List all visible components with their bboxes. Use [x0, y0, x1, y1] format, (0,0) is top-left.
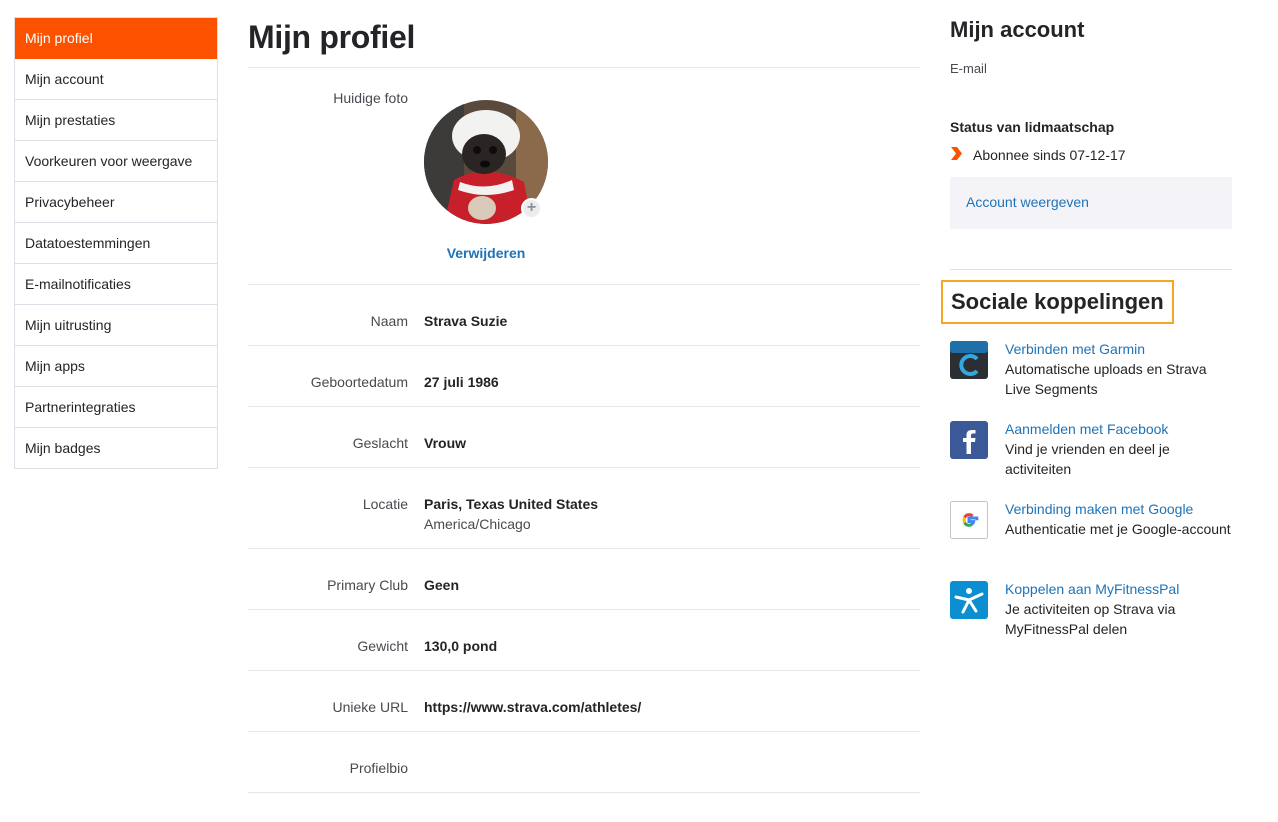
connect-garmin-link[interactable]: Verbinden met Garmin: [1005, 339, 1145, 359]
field-value[interactable]: Geen: [424, 577, 459, 593]
field-label: Gewicht: [357, 638, 408, 654]
connection-description: Je activiteiten op Strava via MyFitnessP…: [1005, 601, 1176, 637]
sidebar-item-mijn-prestaties[interactable]: Mijn prestaties: [15, 100, 217, 141]
garmin-icon[interactable]: [950, 341, 988, 379]
connect-myfitnesspal-link[interactable]: Koppelen aan MyFitnessPal: [1005, 579, 1179, 599]
divider: [248, 792, 920, 793]
google-icon[interactable]: [950, 501, 988, 539]
field-label: Geboortedatum: [310, 374, 408, 390]
field-label: Locatie: [362, 496, 408, 512]
social-connections-title: Sociale koppelingen: [941, 280, 1174, 324]
field-row-naam: Naam Strava Suzie: [248, 284, 920, 345]
connection-description: Vind je vrienden en deel je activiteiten: [1005, 441, 1170, 477]
connection-description: Authenticatie met je Google-account: [1005, 521, 1231, 537]
sidebar-item-voorkeuren-weergave[interactable]: Voorkeuren voor weergave: [15, 141, 217, 182]
myfitnesspal-icon[interactable]: [950, 581, 988, 619]
field-row-geboortedatum: Geboortedatum 27 juli 1986: [248, 345, 920, 406]
membership-status: Abonnee sinds 07-12-17: [950, 147, 1126, 163]
connection-garmin: Verbinden met Garmin Automatische upload…: [950, 339, 1232, 401]
photo-label: Huidige foto: [333, 90, 408, 106]
email-label: E-mail: [950, 61, 987, 76]
membership-status-title: Status van lidmaatschap: [950, 119, 1115, 135]
sidebar-item-mijn-badges[interactable]: Mijn badges: [15, 428, 217, 469]
field-label: Profielbio: [349, 760, 408, 776]
connect-google-link[interactable]: Verbinding maken met Google: [1005, 499, 1193, 519]
sidebar-item-partnerintegraties[interactable]: Partnerintegraties: [15, 387, 217, 428]
sidebar-item-mijn-uitrusting[interactable]: Mijn uitrusting: [15, 305, 217, 346]
field-value[interactable]: Vrouw: [424, 435, 466, 451]
field-value[interactable]: Paris, Texas United States: [424, 496, 598, 512]
membership-status-text: Abonnee sinds 07-12-17: [973, 147, 1126, 163]
field-label: Primary Club: [327, 577, 408, 593]
remove-photo-link[interactable]: Verwijderen: [424, 245, 548, 261]
field-label: Unieke URL: [332, 699, 408, 715]
connection-description: Automatische uploads en Strava Live Segm…: [1005, 361, 1207, 397]
field-row-locatie: Locatie Paris, Texas United States Ameri…: [248, 467, 920, 548]
chevron-right-icon: [950, 147, 964, 163]
sidebar-item-mijn-apps[interactable]: Mijn apps: [15, 346, 217, 387]
settings-sidebar: Mijn profiel Mijn account Mijn prestatie…: [14, 17, 218, 469]
sidebar-item-datatoestemmingen[interactable]: Datatoestemmingen: [15, 223, 217, 264]
profile-main: Mijn profiel Huidige foto + Verwijderen …: [248, 0, 920, 793]
divider: [950, 269, 1232, 270]
field-value[interactable]: 130,0 pond: [424, 638, 497, 654]
connect-facebook-link[interactable]: Aanmelden met Facebook: [1005, 419, 1168, 439]
field-row-geslacht: Geslacht Vrouw: [248, 406, 920, 467]
view-account-link[interactable]: Account weergeven: [966, 194, 1089, 210]
sidebar-item-e-mailnotificaties[interactable]: E-mailnotificaties: [15, 264, 217, 305]
connection-google: Verbinding maken met Google Authenticati…: [950, 499, 1232, 561]
field-label: Naam: [370, 313, 408, 329]
photo-row: Huidige foto + Verwijderen: [248, 67, 920, 284]
field-value[interactable]: 27 juli 1986: [424, 374, 499, 390]
field-row-gewicht: Gewicht 130,0 pond: [248, 609, 920, 670]
page-title: Mijn profiel: [248, 19, 416, 55]
field-value[interactable]: https://www.strava.com/athletes/: [424, 699, 641, 715]
timezone-value: America/Chicago: [424, 516, 531, 532]
field-label: Geslacht: [352, 435, 408, 451]
sidebar-item-mijn-profiel[interactable]: Mijn profiel: [15, 18, 217, 59]
sidebar-item-privacybeheer[interactable]: Privacybeheer: [15, 182, 217, 223]
field-row-unieke-url: Unieke URL https://www.strava.com/athlet…: [248, 670, 920, 731]
account-title: Mijn account: [950, 17, 1085, 42]
sidebar-item-mijn-account[interactable]: Mijn account: [15, 59, 217, 100]
connection-myfitnesspal: Koppelen aan MyFitnessPal Je activiteite…: [950, 579, 1232, 641]
facebook-icon[interactable]: [950, 421, 988, 459]
field-value[interactable]: Strava Suzie: [424, 313, 507, 329]
connection-facebook: Aanmelden met Facebook Vind je vrienden …: [950, 419, 1232, 481]
add-photo-icon[interactable]: +: [521, 198, 542, 219]
field-row-profielbio: Profielbio: [248, 731, 920, 792]
view-account-box: Account weergeven: [950, 177, 1232, 229]
field-row-primary-club: Primary Club Geen: [248, 548, 920, 609]
